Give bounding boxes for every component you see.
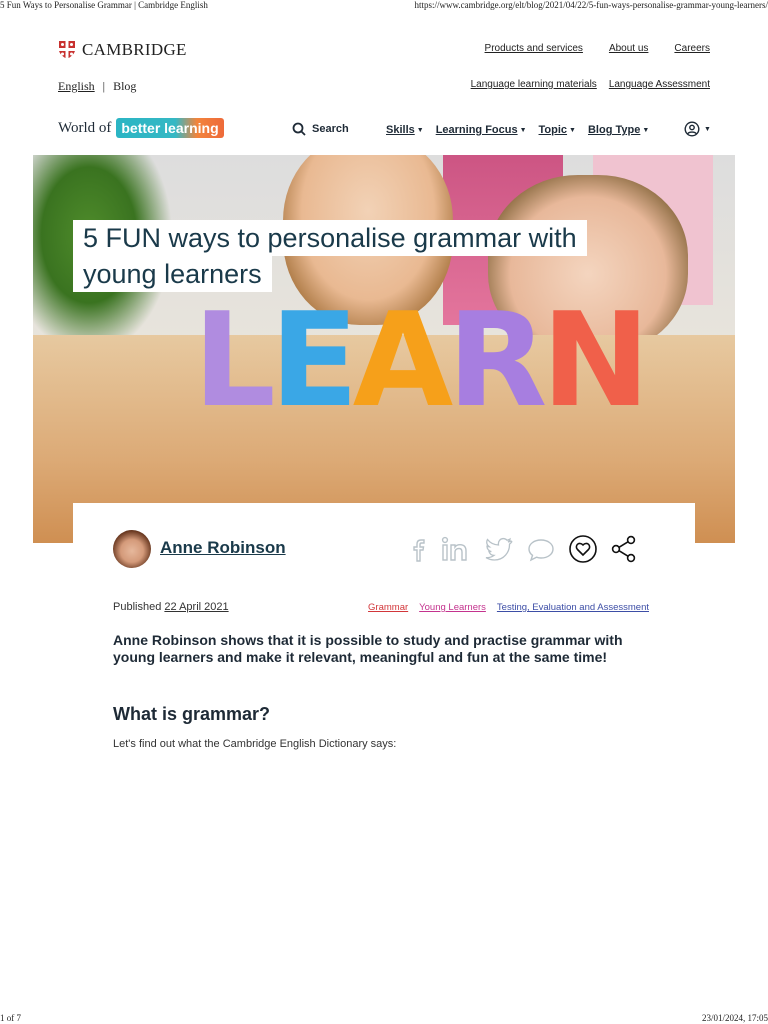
article-tags: Grammar Young Learners Testing, Evaluati… [368,602,649,613]
author-name-link[interactable]: Anne Robinson [160,538,286,558]
learn-foam-letters: LEARN [193,284,650,436]
tag-young-learners[interactable]: Young Learners [419,602,486,613]
chevron-down-icon: ▼ [704,125,711,133]
cambridge-logo[interactable]: CAMBRIDGE [58,40,187,60]
page-title: 5 FUN ways to personalise grammar with y… [73,220,587,292]
hero-image: LEARN [33,155,735,543]
letter-e: E [269,284,359,436]
cambridge-wordmark: CAMBRIDGE [82,40,187,59]
top-links: Products and services About us Careers [485,43,710,54]
chevron-down-icon: ▼ [569,126,576,134]
tag-grammar[interactable]: Grammar [368,602,408,613]
print-timestamp: 23/01/2024, 17:05 [701,1013,768,1023]
language-english-link[interactable]: English [58,79,95,94]
wobl-prefix: World of [58,119,112,136]
published-date-link[interactable]: 22 April 2021 [164,601,228,613]
page-title-line-1: 5 FUN ways to personalise grammar with [73,220,587,256]
careers-link[interactable]: Careers [674,43,710,54]
nav-skills[interactable]: Skills ▼ [386,124,424,136]
cambridge-shield-icon [59,41,75,59]
print-header: 5 Fun Ways to Personalise Grammar | Camb… [0,0,768,12]
letter-r: R [447,284,547,436]
share-icon[interactable] [610,535,638,563]
like-icon[interactable] [568,534,598,564]
print-url: https://www.cambridge.org/elt/blog/2021/… [414,0,768,10]
section-heading: What is grammar? [113,704,271,724]
search-button[interactable]: Search [292,122,349,136]
main-nav: Skills ▼ Learning Focus ▼ Topic ▼ Blog Type… [386,124,649,136]
nav-blog-type[interactable]: Blog Type ▼ [588,124,649,136]
user-menu-button[interactable]: ▼ [684,121,711,137]
products-services-link[interactable]: Products and services [485,43,583,54]
letter-l: L [193,284,276,436]
published-date: Published 22 April 2021 [113,601,229,613]
comment-icon[interactable] [526,535,556,563]
search-icon [292,122,306,136]
chevron-down-icon: ▼ [519,126,527,134]
language-learning-materials-link[interactable]: Language learning materials [471,79,597,90]
published-label: Published [113,601,162,613]
chevron-down-icon: ▼ [642,126,650,134]
social-share-bar [410,534,638,564]
letter-n: N [541,284,650,436]
print-page-title: 5 Fun Ways to Personalise Grammar | Camb… [0,0,208,10]
article-paragraph: Let's find out what the Cambridge Englis… [113,738,397,750]
twitter-icon[interactable] [482,535,514,563]
letter-a: A [352,284,454,436]
world-of-better-learning-logo[interactable]: World of better learning [58,118,224,138]
user-account-icon [684,121,700,137]
blog-link[interactable]: Blog [113,79,136,94]
search-label: Search [312,123,349,135]
secondary-links: Language learning materials Language Ass… [471,79,710,90]
nav-learning-focus[interactable]: Learning Focus ▼ [436,124,527,136]
nav-skills-label: Skills [386,124,415,136]
facebook-icon[interactable] [410,535,428,563]
chevron-down-icon: ▼ [416,126,424,134]
language-assessment-link[interactable]: Language Assessment [609,79,710,90]
about-us-link[interactable]: About us [609,43,648,54]
language-separator: | [102,79,106,93]
print-footer: 1 of 7 23/01/2024, 17:05 [0,1012,768,1024]
nav-blog-type-label: Blog Type [587,124,641,136]
nav-topic[interactable]: Topic ▼ [539,124,576,136]
nav-topic-label: Topic [538,124,568,136]
page-title-line-2: young learners [73,256,272,292]
nav-learning-focus-label: Learning Focus [435,124,518,136]
print-page-number: 1 of 7 [0,1013,21,1023]
wobl-pill: better learning [116,118,224,138]
linkedin-icon[interactable] [440,535,470,563]
language-row: English | Blog [58,79,136,94]
tag-testing-evaluation-assessment[interactable]: Testing, Evaluation and Assessment [497,602,649,613]
article-lede: Anne Robinson shows that it is possible … [113,632,623,665]
author-avatar[interactable] [113,530,151,568]
